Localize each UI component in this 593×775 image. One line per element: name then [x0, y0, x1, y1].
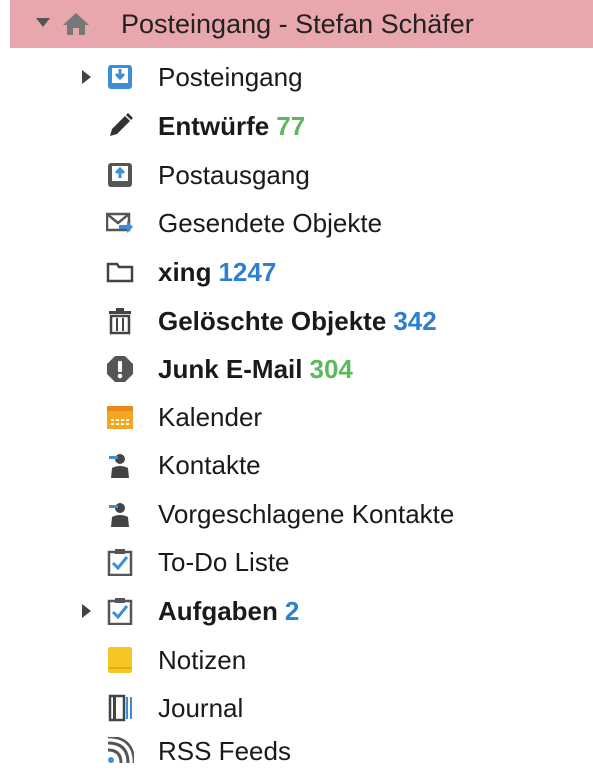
folder-tasks[interactable]: Aufgaben 2	[0, 587, 593, 635]
folder-name-text: Notizen	[158, 645, 247, 675]
folder-label: RSS Feeds	[158, 736, 291, 766]
folder-label: Junk E-Mail 304	[158, 354, 353, 384]
rss-icon	[107, 737, 134, 764]
folder-name-text: RSS Feeds	[158, 736, 291, 766]
unread-count: 77	[276, 111, 306, 141]
folder-label: Posteingang	[158, 62, 303, 92]
folder-label: Kalender	[158, 402, 262, 432]
outbox-icon	[108, 163, 132, 187]
folder-tree: Posteingang - Stefan Schäfer Posteingang…	[0, 0, 593, 766]
sent-mail-icon	[106, 212, 133, 233]
contact-icon	[109, 454, 129, 478]
folder-label: Entwürfe 77	[158, 111, 305, 141]
folder-name-text: Entwürfe	[158, 111, 270, 141]
folder-name-text: xing	[158, 257, 212, 287]
folder-name-text: Postausgang	[158, 160, 310, 190]
folder-rss[interactable]: RSS Feeds	[0, 727, 593, 775]
trash-icon	[109, 308, 131, 335]
folder-label: To-Do Liste	[158, 547, 290, 577]
folder-name-text: Junk E-Mail	[158, 354, 303, 384]
folder-journal[interactable]: Journal	[0, 684, 593, 732]
folder-drafts[interactable]: Entwürfe 77	[0, 102, 593, 150]
folder-junk[interactable]: Junk E-Mail 304	[0, 345, 593, 393]
folder-contacts[interactable]: Kontakte	[0, 441, 593, 489]
folder-name-text: To-Do Liste	[158, 547, 290, 577]
expand-arrow-icon[interactable]	[82, 70, 91, 84]
expand-arrow-icon[interactable]	[82, 604, 91, 618]
folder-label: Kontakte	[158, 450, 261, 480]
folder-label: Journal	[158, 693, 243, 723]
folder-deleted[interactable]: Gelöschte Objekte 342	[0, 297, 593, 345]
tree-root-mailbox[interactable]: Posteingang - Stefan Schäfer	[10, 0, 593, 48]
calendar-icon	[107, 406, 133, 429]
unread-count: 342	[393, 306, 437, 336]
folder-sent[interactable]: Gesendete Objekte	[0, 199, 593, 247]
note-icon	[108, 647, 132, 673]
folder-name-text: Aufgaben	[158, 596, 278, 626]
unread-count: 2	[284, 596, 300, 626]
mailbox-title: Posteingang - Stefan Schäfer	[121, 9, 474, 39]
task-icon	[107, 549, 133, 576]
folder-label: xing 1247	[158, 257, 276, 287]
folder-todo[interactable]: To-Do Liste	[0, 538, 593, 586]
home-icon	[63, 13, 89, 35]
unread-count: 304	[309, 354, 353, 384]
folder-label: Postausgang	[158, 160, 310, 190]
folder-name-text: Kalender	[158, 402, 263, 432]
folder-label: Aufgaben 2	[158, 596, 299, 626]
folder-notes[interactable]: Notizen	[0, 636, 593, 684]
folder-calendar[interactable]: Kalender	[0, 393, 593, 441]
pencil-icon	[110, 113, 133, 136]
folder-label: Vorgeschlagene Kontakte	[158, 499, 454, 529]
folder-name-text: Kontakte	[158, 450, 261, 480]
folder-label: Notizen	[158, 645, 246, 675]
contact-icon	[109, 503, 129, 527]
folder-label: Gesendete Objekte	[158, 208, 382, 238]
junk-icon	[107, 356, 133, 382]
collapse-arrow-icon[interactable]	[36, 18, 50, 27]
folder-name-text: Gesendete Objekte	[158, 208, 383, 238]
inbox-icon	[108, 65, 132, 89]
folder-name-text: Journal	[158, 693, 244, 723]
folder-outbox[interactable]: Postausgang	[0, 151, 593, 199]
folder-label: Gelöschte Objekte 342	[158, 306, 437, 336]
folder-suggested-contacts[interactable]: Vorgeschlagene Kontakte	[0, 490, 593, 538]
unread-count: 1247	[218, 257, 277, 287]
folder-name-text: Gelöschte Objekte	[158, 306, 387, 336]
folder-name-text: Vorgeschlagene Kontakte	[158, 499, 455, 529]
folder-icon	[106, 262, 134, 283]
task-icon	[107, 598, 133, 625]
folder-inbox[interactable]: Posteingang	[0, 53, 593, 101]
journal-icon	[108, 694, 132, 722]
folder-xing[interactable]: xing 1247	[0, 248, 593, 296]
folder-name-text: Posteingang	[158, 62, 303, 92]
